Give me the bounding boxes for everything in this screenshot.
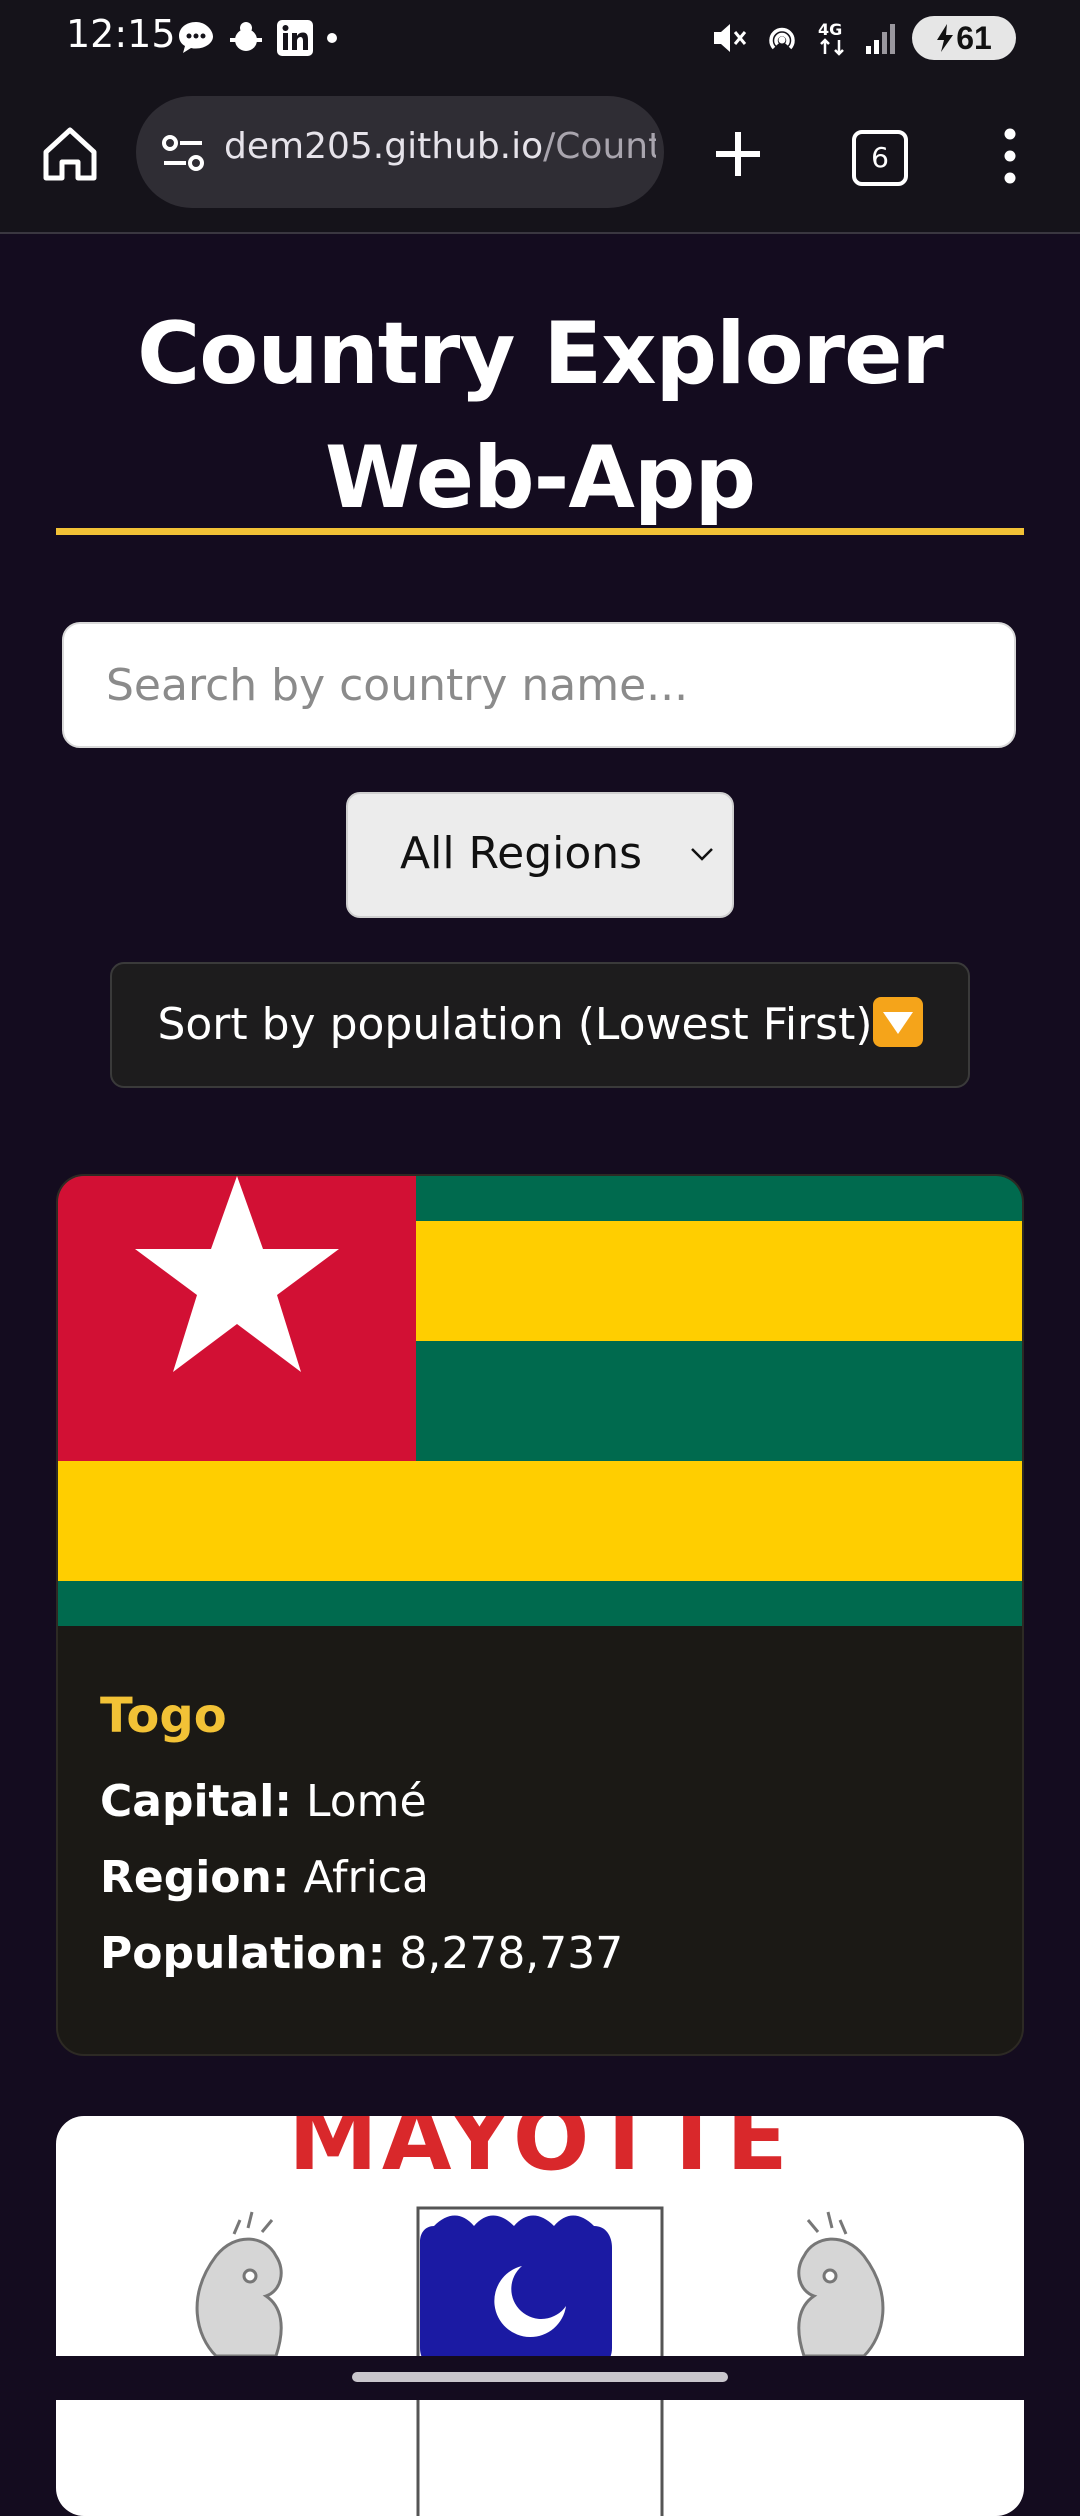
battery-level: 61 bbox=[956, 19, 992, 56]
region-line: Region: Africa bbox=[100, 1852, 429, 1903]
url-path: /Country bbox=[543, 126, 656, 167]
region-label: Region: bbox=[100, 1852, 290, 1903]
hotspot-icon bbox=[769, 27, 795, 50]
country-card[interactable]: Togo Capital: Lomé Region: Africa Popula… bbox=[56, 1174, 1024, 2056]
region-value: Africa bbox=[303, 1852, 429, 1903]
more-vert-icon[interactable] bbox=[990, 124, 1030, 188]
system-icons: 4G 61 bbox=[708, 16, 1016, 60]
settings-bug-icon bbox=[230, 22, 262, 51]
search-input[interactable] bbox=[62, 622, 1016, 748]
mayotte-flag bbox=[195, 2206, 885, 2516]
population-value: 8,278,737 bbox=[399, 1928, 624, 1979]
plus-icon[interactable] bbox=[706, 122, 770, 186]
mute-icon bbox=[714, 24, 747, 52]
url-text[interactable]: dem205.github.io/Country bbox=[224, 126, 656, 167]
navigation-bar bbox=[0, 2356, 1080, 2400]
population-label: Population: bbox=[100, 1928, 386, 1979]
tab-count: 6 bbox=[871, 141, 889, 174]
tabs-icon[interactable]: 6 bbox=[852, 130, 908, 186]
capital-line: Capital: Lomé bbox=[100, 1776, 427, 1827]
address-bar[interactable]: dem205.github.io/Country bbox=[136, 96, 664, 208]
url-host: dem205.github.io bbox=[224, 126, 544, 167]
notification-icons bbox=[176, 18, 340, 58]
country-card[interactable]: MAYOTTE bbox=[56, 2116, 1024, 2516]
dot-icon bbox=[327, 33, 337, 43]
sort-button-label: Sort by population (Lowest First) bbox=[157, 999, 873, 1050]
region-select[interactable]: All Regions bbox=[346, 792, 734, 918]
browser-toolbar: dem205.github.io/Country 6 bbox=[0, 80, 1080, 234]
title-underline bbox=[56, 528, 1024, 535]
chevron-down-icon bbox=[691, 848, 713, 861]
svg-text:4G: 4G bbox=[818, 20, 842, 39]
togo-flag bbox=[58, 1176, 1022, 1626]
battery-charging-icon: 61 bbox=[912, 16, 1016, 60]
site-settings-icon[interactable] bbox=[158, 128, 208, 178]
signal-icon bbox=[866, 24, 895, 54]
region-select-value: All Regions bbox=[400, 828, 643, 879]
capital-label: Capital: bbox=[100, 1776, 292, 1827]
home-icon[interactable] bbox=[38, 122, 102, 186]
down-triangle-emoji-icon bbox=[872, 997, 923, 1047]
linkedin-icon bbox=[277, 20, 313, 56]
network-4g-icon: 4G bbox=[818, 20, 844, 56]
status-time: 12:15 bbox=[66, 12, 176, 56]
messages-icon bbox=[179, 22, 213, 53]
gesture-handle[interactable] bbox=[352, 2372, 728, 2382]
sort-population-button[interactable]: Sort by population (Lowest First) bbox=[110, 962, 970, 1088]
page-title: Country Explorer Web-App bbox=[137, 304, 944, 528]
country-name: Togo bbox=[100, 1688, 227, 1744]
capital-value: Lomé bbox=[305, 1776, 427, 1827]
population-line: Population: 8,278,737 bbox=[100, 1928, 623, 1979]
status-bar: 12:15 4G 61 bbox=[0, 0, 1080, 80]
